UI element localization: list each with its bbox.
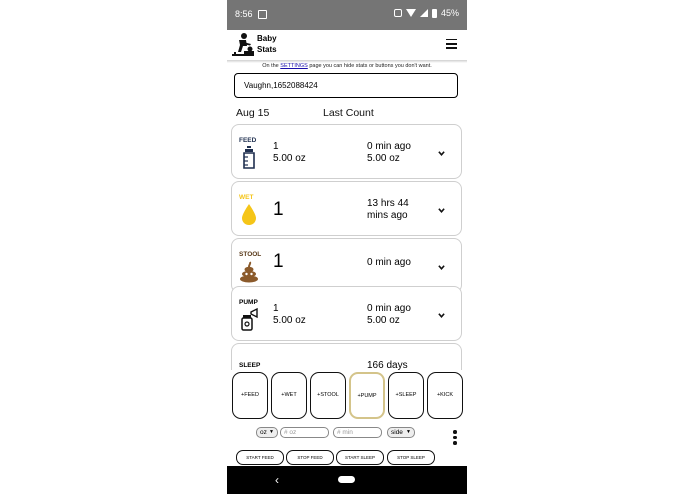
card-ago-line2: 5.00 oz — [367, 153, 400, 164]
status-time: 8:56 — [235, 9, 253, 19]
chevron-down-icon: ▼ — [406, 429, 411, 435]
card-label: WET — [239, 194, 254, 201]
home-pill-icon[interactable] — [338, 476, 355, 483]
wifi-icon — [405, 9, 416, 17]
card-ago-line1: 13 hrs 44 — [367, 198, 409, 209]
card-count: 1 — [273, 303, 279, 314]
phone-screen: 8:56 45% Baby Stats On the SETTINGS page… — [227, 0, 467, 494]
card-count: 1 — [273, 141, 279, 152]
pump-card[interactable]: PUMP 1 5.00 oz 0 min ago 5.00 oz — [231, 286, 462, 341]
breast-pump-icon — [241, 307, 258, 331]
action-panel: +FEED +WET +STOOL +PUMP +SLEEP +KICK oz ▼… — [227, 370, 467, 467]
summary-date: Aug 15 — [236, 107, 270, 119]
stool-card[interactable]: STOOL 1 0 min ago — [231, 238, 462, 293]
unit-select-value: oz — [260, 429, 267, 436]
baby-name-field[interactable]: Vaughn,1652088424 — [234, 73, 458, 98]
card-amount: 5.00 oz — [273, 153, 306, 164]
app-title-line2: Stats — [257, 45, 277, 54]
app-header: Baby Stats — [227, 30, 467, 60]
card-count: 1 — [273, 199, 284, 220]
card-ago-line2: mins ago — [367, 210, 408, 221]
more-options-icon[interactable] — [453, 430, 457, 447]
settings-note: On the SETTINGS page you can hide stats … — [227, 63, 467, 69]
chevron-down-icon[interactable] — [438, 150, 445, 157]
card-count: 1 — [273, 251, 284, 272]
wet-card[interactable]: WET 1 13 hrs 44 mins ago — [231, 181, 462, 236]
timer-buttons-row: START FEED STOP FEED START SLEEP STOP SL… — [227, 450, 467, 465]
side-select[interactable]: side ▼ — [387, 427, 415, 438]
app-title: Baby Stats — [257, 33, 277, 55]
back-icon[interactable]: ‹ — [275, 473, 279, 487]
card-ago-line1: 0 min ago — [367, 303, 411, 314]
signal-icon — [419, 9, 428, 17]
app-title-line1: Baby — [257, 34, 277, 43]
card-label: PUMP — [239, 299, 258, 306]
water-drop-icon — [242, 204, 256, 225]
card-label: FEED — [239, 137, 257, 144]
stats-list[interactable]: FEED 1 5.00 oz 0 min ago 5.00 oz WET 1 1… — [227, 124, 467, 372]
feed-card[interactable]: FEED 1 5.00 oz 0 min ago 5.00 oz — [231, 124, 462, 179]
status-right: 45% — [393, 8, 459, 18]
chevron-down-icon[interactable] — [438, 312, 445, 319]
entry-inputs-row: oz ▼ # oz # min side ▼ — [227, 427, 467, 441]
unit-select[interactable]: oz ▼ — [256, 427, 278, 438]
image-notification-icon — [258, 10, 267, 19]
side-select-value: side — [391, 429, 403, 436]
vibrate-icon — [393, 9, 402, 17]
settings-link[interactable]: SETTINGS — [280, 63, 308, 69]
add-stool-button[interactable]: +STOOL — [310, 372, 346, 419]
parent-changing-baby-icon — [232, 33, 254, 56]
chevron-down-icon[interactable] — [438, 264, 445, 271]
card-ago-line1: 0 min ago — [367, 141, 411, 152]
stop-sleep-button[interactable]: STOP SLEEP — [387, 450, 435, 465]
add-wet-button[interactable]: +WET — [271, 372, 307, 419]
hamburger-menu-icon[interactable] — [446, 36, 457, 50]
start-feed-button[interactable]: START FEED — [236, 450, 284, 465]
chevron-down-icon: ▼ — [269, 429, 274, 435]
sleep-card[interactable]: SLEEP 166 days — [231, 343, 462, 372]
summary-header: Aug 15 Last Count — [236, 107, 374, 119]
battery-icon — [431, 8, 437, 18]
minutes-input[interactable]: # min — [333, 427, 382, 438]
add-kick-button[interactable]: +KICK — [427, 372, 463, 419]
note-prefix: On the — [262, 63, 281, 69]
system-nav-bar: ‹ — [227, 466, 467, 494]
chevron-down-icon[interactable] — [438, 207, 445, 214]
poop-icon — [240, 261, 258, 283]
add-buttons-row: +FEED +WET +STOOL +PUMP +SLEEP +KICK — [232, 372, 464, 420]
start-sleep-button[interactable]: START SLEEP — [336, 450, 384, 465]
baby-bottle-icon — [243, 146, 255, 169]
last-count-label: Last Count — [323, 107, 374, 119]
card-amount: 5.00 oz — [273, 315, 306, 326]
card-label: STOOL — [239, 251, 262, 258]
card-ago-line2: 5.00 oz — [367, 315, 400, 326]
note-suffix: page you can hide stats or buttons you d… — [307, 63, 432, 69]
add-feed-button[interactable]: +FEED — [232, 372, 268, 419]
card-ago-line1: 0 min ago — [367, 257, 411, 268]
amount-input[interactable]: # oz — [280, 427, 329, 438]
add-sleep-button[interactable]: +SLEEP — [388, 372, 424, 419]
stop-feed-button[interactable]: STOP FEED — [286, 450, 334, 465]
battery-percent: 45% — [440, 8, 459, 18]
add-pump-button[interactable]: +PUMP — [349, 372, 385, 419]
status-bar: 8:56 45% — [227, 0, 467, 30]
